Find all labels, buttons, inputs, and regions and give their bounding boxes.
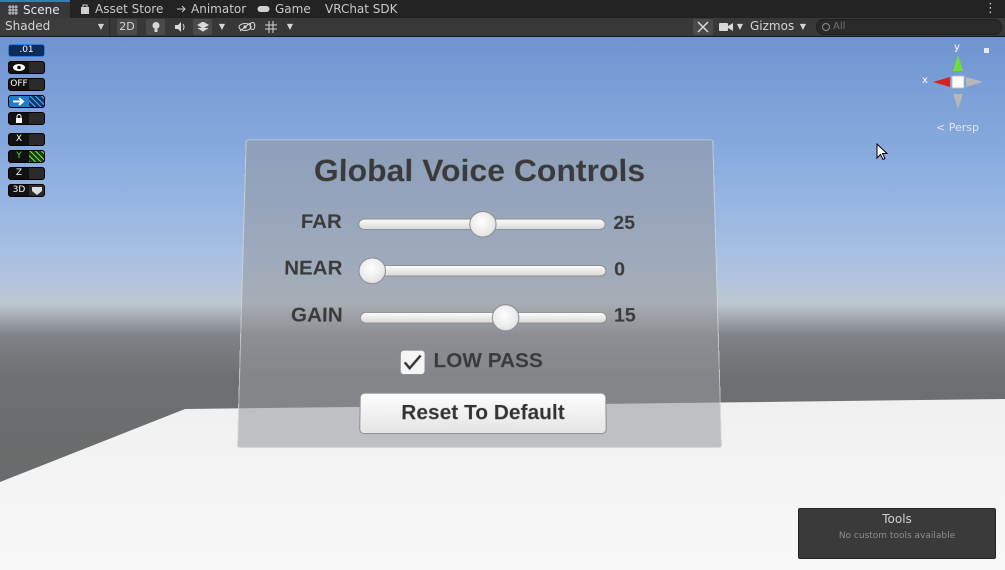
draw-mode-value: Shaded	[5, 19, 50, 33]
grid-toggle[interactable]	[263, 19, 279, 35]
gain-slider[interactable]	[360, 312, 607, 324]
gizmo-y-label: y	[954, 42, 960, 53]
axis-x-toggle[interactable]: X	[8, 133, 45, 146]
gizmo-x-label: x	[922, 75, 928, 86]
shield-icon	[29, 185, 45, 196]
chevron-down-icon: ▼	[219, 22, 225, 31]
low-pass-checkbox[interactable]	[400, 350, 426, 375]
tab-animator[interactable]: Animator	[176, 0, 246, 18]
tab-scene[interactable]: Scene	[0, 0, 70, 18]
low-pass-label: LOW PASS	[433, 350, 542, 373]
chevron-down-icon: ▼	[98, 18, 104, 35]
tab-asset-store[interactable]: Asset Store	[80, 0, 163, 18]
wrench-icon	[697, 21, 709, 33]
tab-label: VRChat SDK	[325, 0, 398, 18]
3d-label: 3D	[9, 185, 29, 196]
hidden-count: 0	[249, 19, 256, 35]
effects-dropdown[interactable]: ▼	[215, 19, 229, 35]
near-slider-handle[interactable]	[358, 257, 386, 284]
toggle-2d-button[interactable]: 2D	[117, 19, 137, 35]
gizmos-label: Gizmos	[750, 19, 794, 33]
persp-label: Persp	[949, 121, 979, 134]
3d-toggle[interactable]: 3D	[8, 184, 45, 197]
tab-game[interactable]: Game	[257, 0, 311, 18]
light-bulb-icon	[151, 21, 161, 33]
axis-z-label: Z	[9, 168, 29, 179]
axis-x-label: X	[9, 134, 29, 145]
near-slider[interactable]	[360, 265, 606, 276]
far-label: FAR	[301, 211, 342, 234]
gain-label: GAIN	[291, 304, 343, 327]
effects-toggle[interactable]	[193, 19, 212, 35]
gain-slider-handle[interactable]	[492, 304, 520, 331]
gizmos-button[interactable]: Gizmos ▼	[746, 18, 808, 36]
tab-label: Asset Store	[95, 0, 163, 18]
perspective-toggle[interactable]: < Persp	[936, 121, 979, 134]
tools-toggle[interactable]	[693, 19, 713, 35]
persp-arrow-icon: <	[936, 121, 945, 134]
arrow-right-icon	[9, 96, 29, 107]
eye-icon	[9, 62, 29, 73]
layers-icon	[197, 22, 209, 32]
more-options-icon[interactable]: ⋮	[984, 1, 997, 16]
camera-button[interactable]	[718, 19, 734, 35]
chevron-down-icon: ▼	[800, 18, 806, 35]
game-icon	[257, 4, 270, 14]
scene-icon	[8, 5, 18, 15]
tab-vrchat-sdk[interactable]: VRChat SDK	[325, 0, 398, 18]
off-toggle[interactable]: OFF	[8, 78, 45, 91]
lock-toggle[interactable]	[8, 112, 45, 125]
visibility-toggle[interactable]	[8, 61, 45, 74]
camera-icon	[719, 22, 733, 32]
scene-visibility-toggle[interactable]: 0	[233, 19, 257, 35]
gain-value: 15	[614, 305, 636, 327]
far-slider-handle[interactable]	[469, 211, 496, 237]
snap-increment-field[interactable]: .01	[8, 44, 45, 57]
scene-toolbar: Shaded ▼ 2D ▼ 0 ▼ ▼ Gizmos ▼ All	[0, 18, 1005, 37]
search-icon	[822, 23, 830, 31]
chevron-down-icon: ▼	[287, 22, 293, 31]
lighting-toggle[interactable]	[146, 19, 165, 35]
near-value: 0	[614, 259, 625, 281]
scene-viewport[interactable]: .01 OFF X Y Z 3D y x < Persp Global Voic…	[0, 37, 1005, 570]
camera-dropdown[interactable]: ▼	[734, 19, 746, 35]
lock-icon	[9, 113, 29, 124]
search-placeholder: All	[833, 21, 845, 32]
tab-label: Game	[275, 0, 311, 18]
axis-y-toggle[interactable]: Y	[8, 150, 45, 163]
far-value: 25	[613, 213, 635, 235]
near-label: NEAR	[284, 257, 343, 280]
editor-tab-bar: Scene Asset Store Animator Game VRChat S…	[0, 0, 1005, 18]
grid-dropdown[interactable]: ▼	[283, 19, 297, 35]
tools-overlay: Tools No custom tools available	[798, 508, 996, 559]
axis-z-toggle[interactable]: Z	[8, 167, 45, 180]
panel-title: Global Voice Controls	[245, 153, 713, 188]
checkmark-icon	[401, 351, 425, 374]
animator-icon	[176, 4, 186, 14]
tools-subtitle: No custom tools available	[799, 531, 995, 541]
reset-to-default-button[interactable]: Reset To Default	[359, 393, 607, 434]
global-voice-controls-panel: Global Voice Controls FAR 25 NEAR 0 GAIN…	[237, 139, 722, 448]
axis-y-label: Y	[9, 151, 29, 162]
tab-label: Scene	[23, 3, 60, 18]
tab-label: Animator	[191, 0, 246, 18]
search-input[interactable]: All	[816, 19, 1002, 35]
snap-value: .01	[9, 45, 44, 56]
speaker-icon	[174, 22, 186, 32]
draw-mode-dropdown[interactable]: Shaded ▼	[0, 18, 110, 36]
audio-toggle[interactable]	[170, 19, 189, 35]
chevron-down-icon: ▼	[737, 22, 743, 31]
mouse-cursor-icon	[876, 143, 888, 161]
grid-icon	[265, 21, 277, 33]
tools-title: Tools	[799, 512, 995, 526]
asset-store-icon	[80, 4, 90, 14]
move-snap-toggle[interactable]	[8, 95, 45, 108]
off-label: OFF	[9, 79, 29, 90]
